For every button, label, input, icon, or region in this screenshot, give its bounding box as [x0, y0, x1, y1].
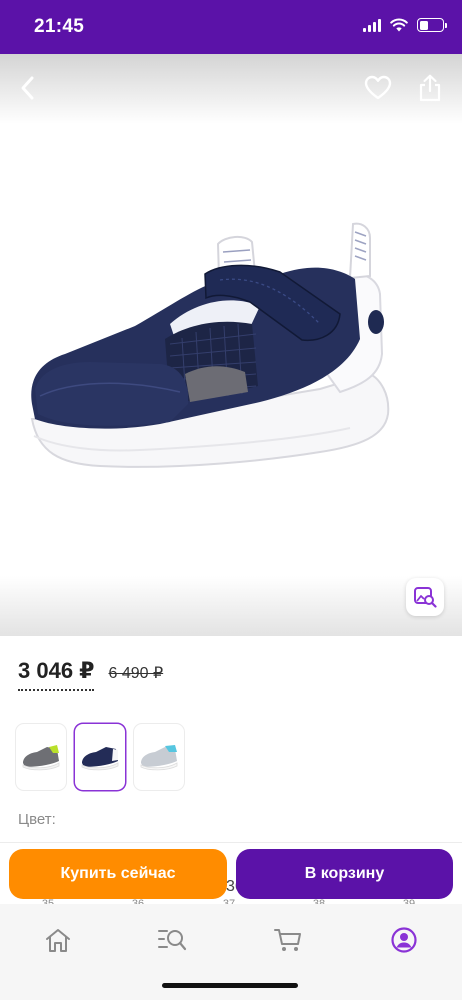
home-icon [46, 929, 70, 952]
shoe-thumbnail-icon [140, 745, 178, 771]
tab-profile[interactable] [384, 920, 424, 960]
visual-search-button[interactable] [406, 578, 444, 616]
favorite-button[interactable] [360, 70, 396, 106]
profile-icon [391, 927, 417, 953]
shoe-thumbnail-icon [22, 745, 60, 771]
home-indicator [162, 983, 298, 988]
price-current[interactable]: 3 046 ₽ [18, 658, 95, 691]
image-search-icon [414, 587, 437, 608]
share-icon [419, 74, 441, 102]
color-option-navy-white[interactable] [75, 724, 125, 790]
product-gallery[interactable] [0, 54, 462, 636]
status-time: 21:45 [34, 16, 85, 37]
wifi-icon [390, 18, 408, 32]
status-bar: 21:45 [0, 0, 462, 54]
color-label: Цвет: [18, 811, 56, 828]
divider [0, 842, 462, 843]
back-button[interactable] [10, 70, 46, 106]
battery-icon [417, 18, 447, 32]
tab-home[interactable] [38, 920, 78, 960]
color-option-grey-turquoise[interactable] [134, 724, 184, 790]
status-icons [363, 18, 447, 32]
cart-icon [274, 929, 301, 951]
color-options [16, 724, 184, 790]
price-row: 3 046 ₽ 6 490 ₽ [18, 658, 163, 691]
battery-level [419, 20, 429, 30]
shoe-thumbnail-icon [81, 747, 119, 771]
chevron-left-icon [21, 76, 34, 100]
share-button[interactable] [412, 70, 448, 106]
product-image [30, 222, 390, 468]
add-to-cart-button[interactable]: В корзину [236, 849, 453, 899]
price-old: 6 490 ₽ [108, 665, 164, 682]
tab-cart[interactable] [268, 920, 308, 960]
search-icon [158, 930, 187, 951]
buy-now-button[interactable]: Купить сейчас [9, 849, 227, 899]
tab-catalog-search[interactable] [152, 920, 192, 960]
heart-icon [364, 75, 392, 100]
color-option-grey-lime[interactable] [16, 724, 66, 790]
signal-icon [363, 18, 381, 32]
